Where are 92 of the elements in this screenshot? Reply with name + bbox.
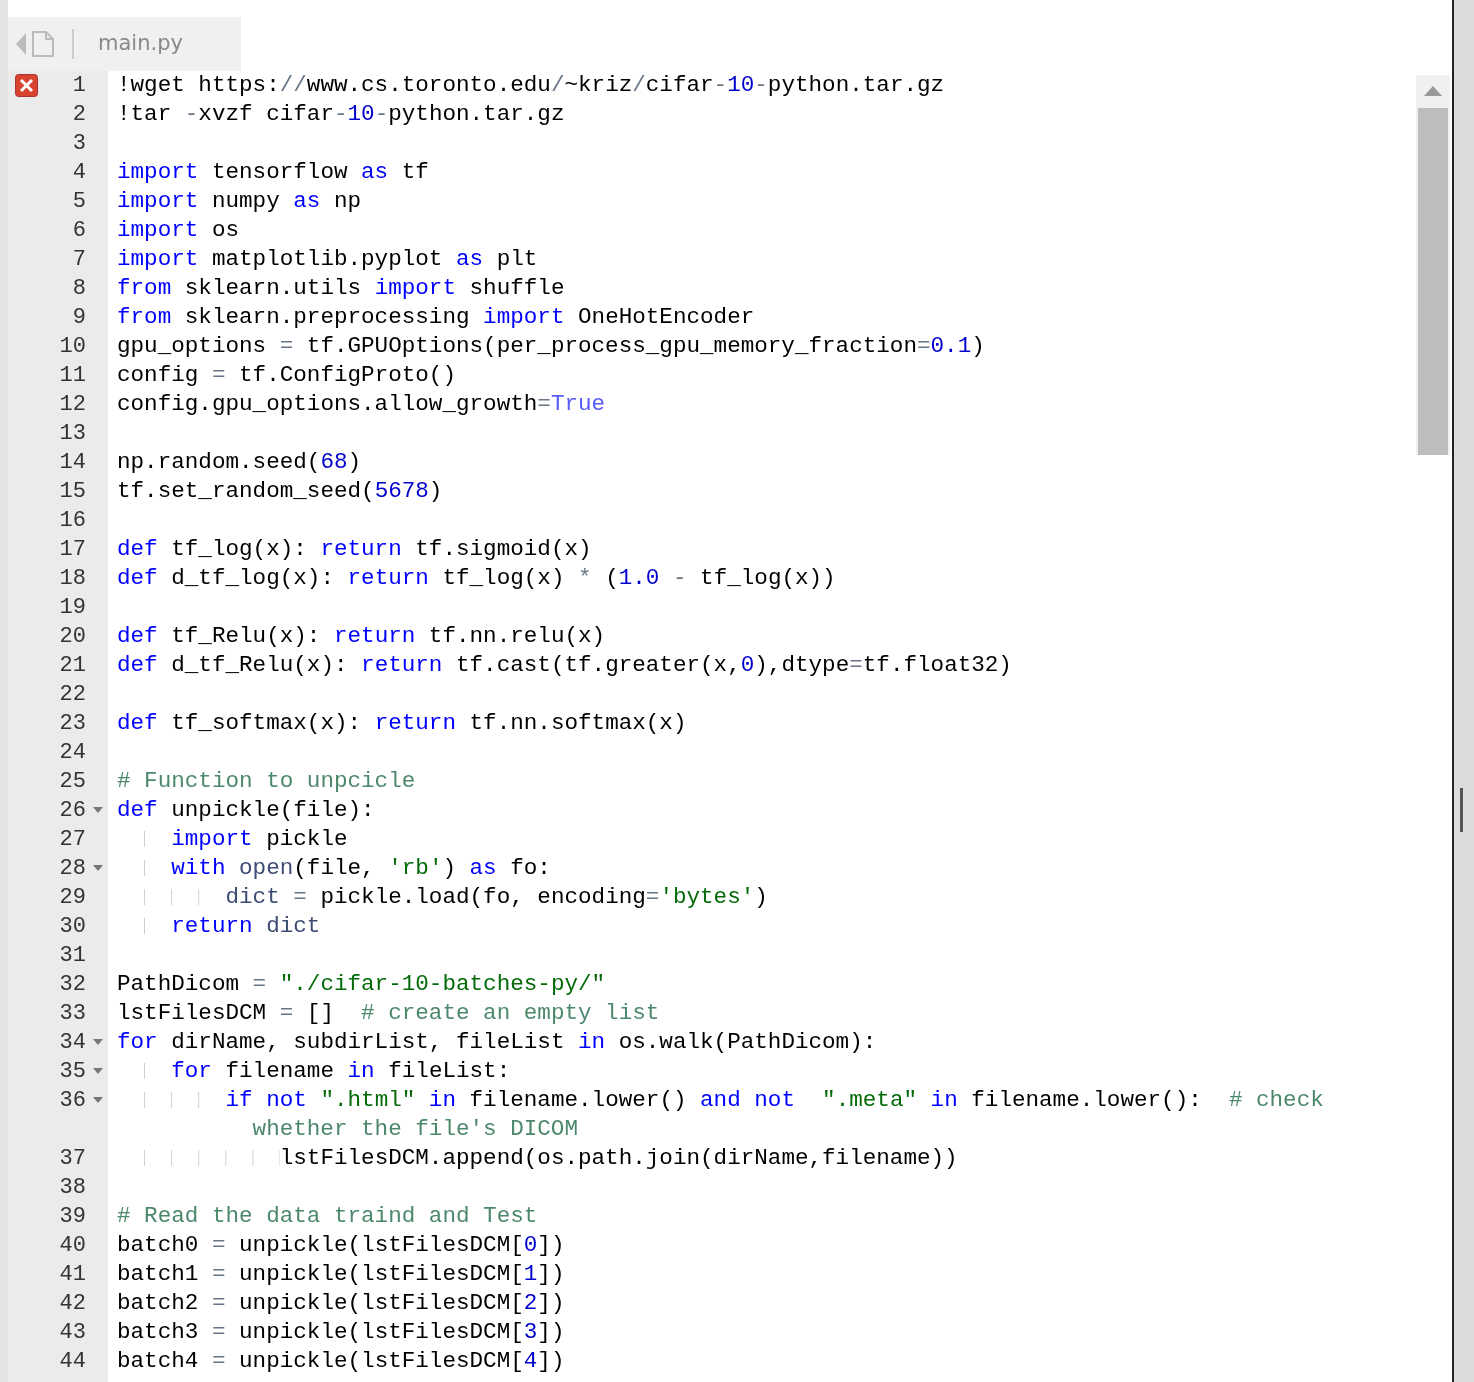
line-number: 35 bbox=[58, 1058, 86, 1086]
code-line: import numpy as np bbox=[117, 187, 362, 216]
code-line: return dict bbox=[117, 912, 321, 941]
code-line: np.random.seed(68) bbox=[117, 448, 362, 477]
fold-arrow-icon[interactable] bbox=[93, 807, 103, 813]
line-number: 32 bbox=[58, 971, 86, 999]
line-number: 17 bbox=[58, 536, 86, 564]
line-number: 9 bbox=[71, 304, 86, 332]
line-number: 43 bbox=[58, 1319, 86, 1347]
fold-arrow-icon[interactable] bbox=[93, 1097, 103, 1103]
line-number: 7 bbox=[71, 246, 86, 274]
line-number: 36 bbox=[58, 1087, 86, 1115]
line-number: 31 bbox=[58, 942, 86, 970]
file-icon[interactable] bbox=[32, 31, 54, 57]
line-number: 22 bbox=[58, 681, 86, 709]
line-number: 38 bbox=[58, 1174, 86, 1202]
code-line: def unpickle(file): bbox=[117, 796, 375, 825]
line-number: 42 bbox=[58, 1290, 86, 1318]
code-line: PathDicom = "./cifar-10-batches-py/" bbox=[117, 970, 606, 999]
line-number: 44 bbox=[58, 1348, 86, 1376]
line-number: 12 bbox=[58, 391, 86, 419]
line-number: 26 bbox=[58, 797, 86, 825]
code-line: for dirName, subdirList, fileList in os.walk(PathDicom): bbox=[117, 1028, 877, 1057]
fold-arrow-icon[interactable] bbox=[93, 1039, 103, 1045]
code-line: !wget https://www.cs.toronto.edu/~kriz/cifar-10-python.tar.gz bbox=[117, 71, 945, 100]
code-line: tf.set_random_seed(5678) bbox=[117, 477, 443, 506]
code-line: config = tf.ConfigProto() bbox=[117, 361, 456, 390]
code-line: # Function to unpcicle bbox=[117, 767, 416, 796]
line-number: 39 bbox=[58, 1203, 86, 1231]
back-arrow-icon[interactable] bbox=[16, 33, 26, 55]
code-line: from sklearn.preprocessing import OneHotEncoder bbox=[117, 303, 755, 332]
line-number: 4 bbox=[71, 159, 86, 187]
line-number: 37 bbox=[58, 1145, 86, 1173]
code-line: import pickle bbox=[117, 825, 348, 854]
line-number: 30 bbox=[58, 913, 86, 941]
code-line: batch3 = unpickle(lstFilesDCM[3]) bbox=[117, 1318, 565, 1347]
code-line: def tf_Relu(x): return tf.nn.relu(x) bbox=[117, 622, 606, 651]
line-number: 3 bbox=[71, 130, 86, 158]
line-number: 2 bbox=[71, 101, 86, 129]
code-line: lstFilesDCM = [] # create an empty list bbox=[117, 999, 660, 1028]
line-number: 28 bbox=[58, 855, 86, 883]
line-number: 21 bbox=[58, 652, 86, 680]
code-line: import tensorflow as tf bbox=[117, 158, 429, 187]
line-number: 10 bbox=[58, 333, 86, 361]
code-line: whether the file's DICOM bbox=[251, 1115, 578, 1144]
line-number: 16 bbox=[58, 507, 86, 535]
fold-arrow-icon[interactable] bbox=[93, 865, 103, 871]
code-line: import os bbox=[117, 216, 240, 245]
line-number: 34 bbox=[58, 1029, 86, 1057]
code-line: def tf_softmax(x): return tf.nn.softmax(x) bbox=[117, 709, 687, 738]
line-number: 24 bbox=[58, 739, 86, 767]
file-tab[interactable]: main.py bbox=[80, 28, 193, 60]
code-line: batch2 = unpickle(lstFilesDCM[2]) bbox=[117, 1289, 565, 1318]
line-number: 6 bbox=[71, 217, 86, 245]
code-line: with open(file, 'rb') as fo: bbox=[117, 854, 551, 883]
code-line: # Read the data traind and Test bbox=[117, 1202, 538, 1231]
line-number: 27 bbox=[58, 826, 86, 854]
code-line: !tar -xvzf cifar-10-python.tar.gz bbox=[117, 100, 565, 129]
line-number: 33 bbox=[58, 1000, 86, 1028]
line-number: 14 bbox=[58, 449, 86, 477]
code-line: batch0 = unpickle(lstFilesDCM[0]) bbox=[117, 1231, 565, 1260]
line-number: 23 bbox=[58, 710, 86, 738]
code-line: dict = pickle.load(fo, encoding='bytes') bbox=[117, 883, 768, 912]
scroll-up-arrow-icon[interactable] bbox=[1424, 86, 1442, 97]
line-number: 29 bbox=[58, 884, 86, 912]
line-number: 25 bbox=[58, 768, 86, 796]
line-number: 40 bbox=[58, 1232, 86, 1260]
line-number: 19 bbox=[58, 594, 86, 622]
code-line: import matplotlib.pyplot as plt bbox=[117, 245, 538, 274]
line-number: 8 bbox=[71, 275, 86, 303]
code-line: def d_tf_log(x): return tf_log(x) * (1.0 - tf_log(x)) bbox=[117, 564, 836, 593]
code-line: if not ".html" in filename.lower() and not ".meta" in filename.lower(): # check bbox=[117, 1086, 1324, 1115]
line-number: 11 bbox=[58, 362, 86, 390]
line-number: 20 bbox=[58, 623, 86, 651]
code-line: from sklearn.utils import shuffle bbox=[117, 274, 565, 303]
line-number: 13 bbox=[58, 420, 86, 448]
scrollbar-thumb[interactable] bbox=[1418, 107, 1448, 455]
code-line: batch1 = unpickle(lstFilesDCM[1]) bbox=[117, 1260, 565, 1289]
code-line: gpu_options = tf.GPUOptions(per_process_gpu_memory_fraction=0.1) bbox=[117, 332, 985, 361]
line-number: 15 bbox=[58, 478, 86, 506]
line-number: 41 bbox=[58, 1261, 86, 1289]
code-line: lstFilesDCM.append(os.path.join(dirName,filename)) bbox=[117, 1144, 958, 1173]
code-line: for filename in fileList: bbox=[117, 1057, 511, 1086]
code-line: config.gpu_options.allow_growth=True bbox=[117, 390, 606, 419]
line-number: 18 bbox=[58, 565, 86, 593]
code-line: def d_tf_Relu(x): return tf.cast(tf.greater(x,0),dtype=tf.float32) bbox=[117, 651, 1012, 680]
line-number: 5 bbox=[71, 188, 86, 216]
code-line: def tf_log(x): return tf.sigmoid(x) bbox=[117, 535, 592, 564]
fold-arrow-icon[interactable] bbox=[93, 1068, 103, 1074]
resize-handle[interactable] bbox=[1460, 788, 1463, 832]
line-number: 1 bbox=[71, 72, 86, 100]
code-line: batch4 = unpickle(lstFilesDCM[4]) bbox=[117, 1347, 565, 1376]
